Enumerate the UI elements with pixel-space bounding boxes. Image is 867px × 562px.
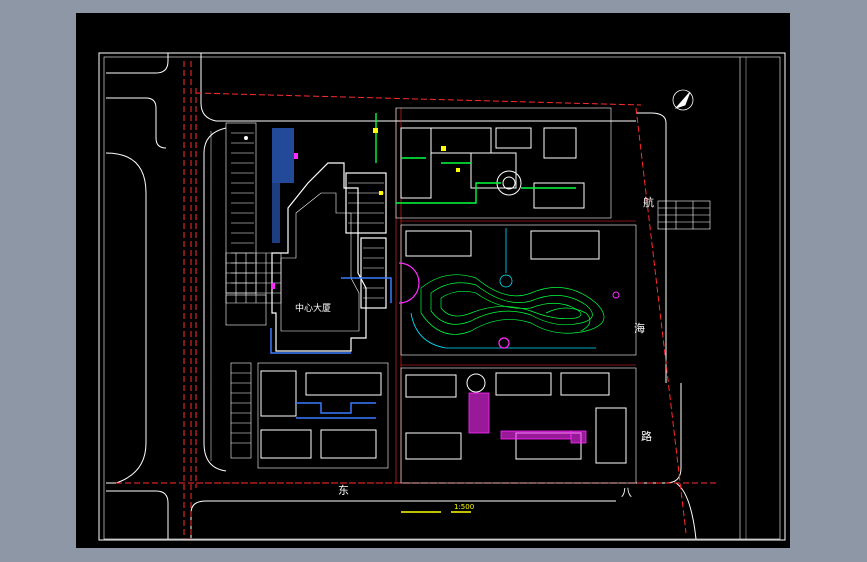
cad-drawing-viewport[interactable]: 中心大厦 航 海 路 东 八 1:500: [76, 13, 790, 548]
road-label-south-b: 八: [621, 486, 632, 499]
blue-parking-blocks: [272, 128, 294, 243]
road-label-east-mid: 海: [634, 322, 645, 335]
blue-path-center: [270, 277, 392, 354]
buildings-lower-left: [257, 362, 389, 469]
road-label-south-a: 东: [338, 484, 349, 497]
site-plan-drawing: [98, 52, 786, 541]
center-building-outline: [271, 162, 387, 352]
park-contours: [420, 274, 605, 335]
road-label-east-low: 路: [641, 430, 652, 443]
park-plaza: [398, 262, 510, 349]
north-arrow-icon: [672, 89, 694, 111]
site-boundary: [116, 61, 716, 539]
center-building-label: 中心大厦: [295, 304, 332, 314]
blue-path-lower-left: [296, 402, 376, 419]
road-label-east-top: 航: [643, 196, 654, 209]
magenta-paths-bottom: [468, 392, 587, 444]
outer-frame: [98, 52, 786, 541]
park-buildings: [400, 224, 637, 356]
buildings-bottom-right: [400, 367, 637, 484]
scale-label: 1:500: [454, 503, 475, 511]
buildings-top-right: [395, 107, 612, 219]
